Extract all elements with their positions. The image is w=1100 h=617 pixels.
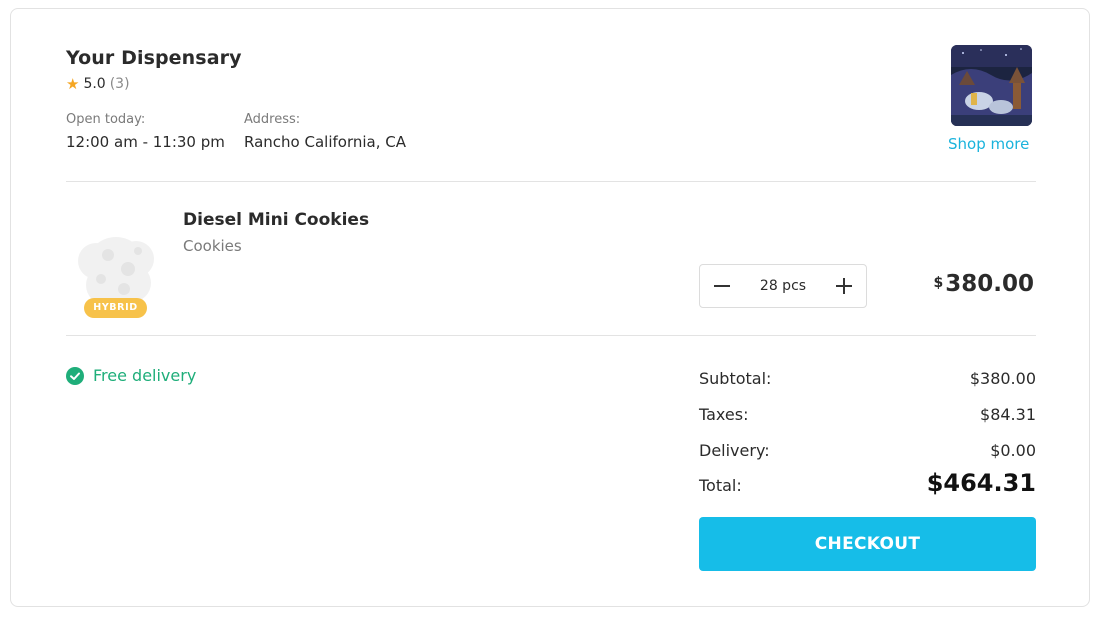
quantity-stepper: 28 pcs [699,264,867,308]
delivery-fee-label: Delivery: [699,441,770,460]
delivery-fee-row: Delivery: $0.00 [699,441,1036,460]
checkout-button[interactable]: CHECKOUT [699,517,1036,571]
increase-quantity-button[interactable] [832,274,856,298]
taxes-row: Taxes: $84.31 [699,405,1036,424]
decrease-quantity-button[interactable] [710,274,734,298]
rating-count: (3) [109,76,130,92]
store-address: Rancho California, CA [244,133,406,151]
price-currency: $ [933,275,944,291]
subtotal-label: Subtotal: [699,369,772,388]
quantity-value: 28 pcs [759,278,807,294]
minus-icon [714,285,730,287]
divider [66,335,1036,336]
subtotal-row: Subtotal: $380.00 [699,369,1036,388]
subtotal-value: $380.00 [969,369,1036,388]
product-category: Cookies [183,237,242,255]
check-circle-icon [66,366,84,385]
line-item-price: $ 380.00 [933,271,1034,297]
open-today-label: Open today: [66,112,146,127]
total-row: Total: $464.31 [699,469,1036,497]
delivery-label: Free delivery [93,366,197,385]
cart-card: Your Dispensary ★ 5.0 (3) Open today: 12… [10,8,1090,607]
taxes-value: $84.31 [980,405,1036,424]
delivery-status: Free delivery [66,366,196,385]
store-name[interactable]: Your Dispensary [66,47,242,69]
taxes-label: Taxes: [699,405,749,424]
total-label: Total: [699,476,742,495]
delivery-fee-value: $0.00 [990,441,1036,460]
total-value: $464.31 [926,469,1036,497]
store-rating: ★ 5.0 (3) [66,76,130,92]
product-name[interactable]: Diesel Mini Cookies [183,210,369,230]
star-icon: ★ [66,74,80,93]
address-label: Address: [244,112,301,127]
price-amount: 380.00 [945,271,1034,297]
store-image[interactable] [951,45,1032,126]
strain-badge: HYBRID [84,298,147,318]
open-hours: 12:00 am - 11:30 pm [66,133,225,151]
plus-icon [836,278,852,294]
rating-value: 5.0 [83,76,106,92]
shop-more-link[interactable]: Shop more [948,135,1029,153]
divider [66,181,1036,182]
